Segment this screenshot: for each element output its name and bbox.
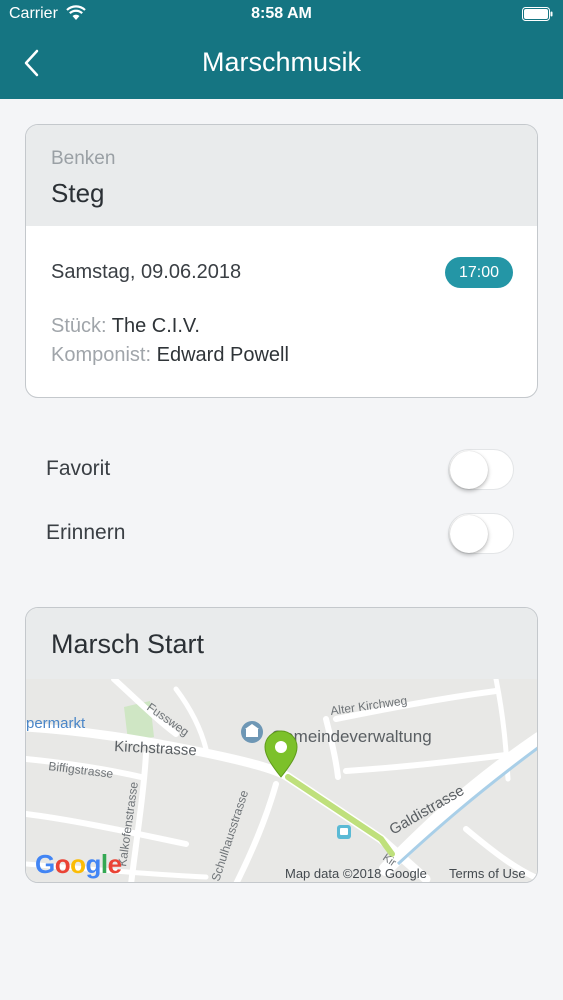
- piece-label: Stück:: [51, 315, 107, 337]
- switch-knob: [450, 515, 488, 553]
- location-subtitle: Benken: [51, 148, 116, 169]
- composer-line: Komponist: Edward Powell: [51, 344, 289, 367]
- map-card-header: Marsch Start: [26, 608, 537, 679]
- map-title: Marsch Start: [51, 629, 205, 659]
- nav-header: Carrier 8:58 AM Marschmusik: [0, 0, 563, 99]
- favorite-label: Favorit: [46, 457, 111, 480]
- reminder-switch[interactable]: [448, 513, 514, 554]
- event-card-header: Benken Steg: [26, 125, 537, 226]
- battery-icon: [522, 7, 553, 21]
- event-info-card: Benken Steg Samstag, 09.06.2018 17:00 St…: [25, 124, 538, 398]
- composer-label: Komponist:: [51, 344, 152, 366]
- map-view[interactable]: permarkt Fussweg Alter Kirchweg Gemeinde…: [26, 679, 537, 882]
- time-badge: 17:00: [445, 257, 513, 288]
- piece-line: Stück: The C.I.V.: [51, 315, 200, 338]
- page-title: Marschmusik: [201, 47, 362, 77]
- favorite-row: Favorit: [25, 445, 538, 495]
- location-title: Steg: [51, 178, 105, 208]
- terms-of-use-link[interactable]: Terms of Use: [449, 866, 526, 881]
- map-card: Marsch Start permarkt Fussweg Alter Kirc…: [25, 607, 538, 883]
- piece-value: The C.I.V.: [111, 315, 200, 337]
- bus-stop-icon: [337, 825, 351, 839]
- status-time: 8:58 AM: [251, 5, 312, 22]
- map-attribution: Map data ©2018 Google: [285, 866, 427, 881]
- favorite-switch[interactable]: [448, 449, 514, 490]
- composer-value: Edward Powell: [156, 344, 289, 366]
- reminder-label: Erinnern: [46, 521, 126, 544]
- reminder-row: Erinnern: [25, 509, 538, 559]
- switch-knob: [450, 451, 488, 489]
- town-hall-icon: [241, 721, 263, 743]
- google-logo: Google: [35, 849, 122, 879]
- status-bar: Carrier 8:58 AM: [0, 0, 563, 30]
- event-date: Samstag, 09.06.2018: [51, 261, 242, 283]
- label-supermarkt: permarkt: [26, 715, 86, 732]
